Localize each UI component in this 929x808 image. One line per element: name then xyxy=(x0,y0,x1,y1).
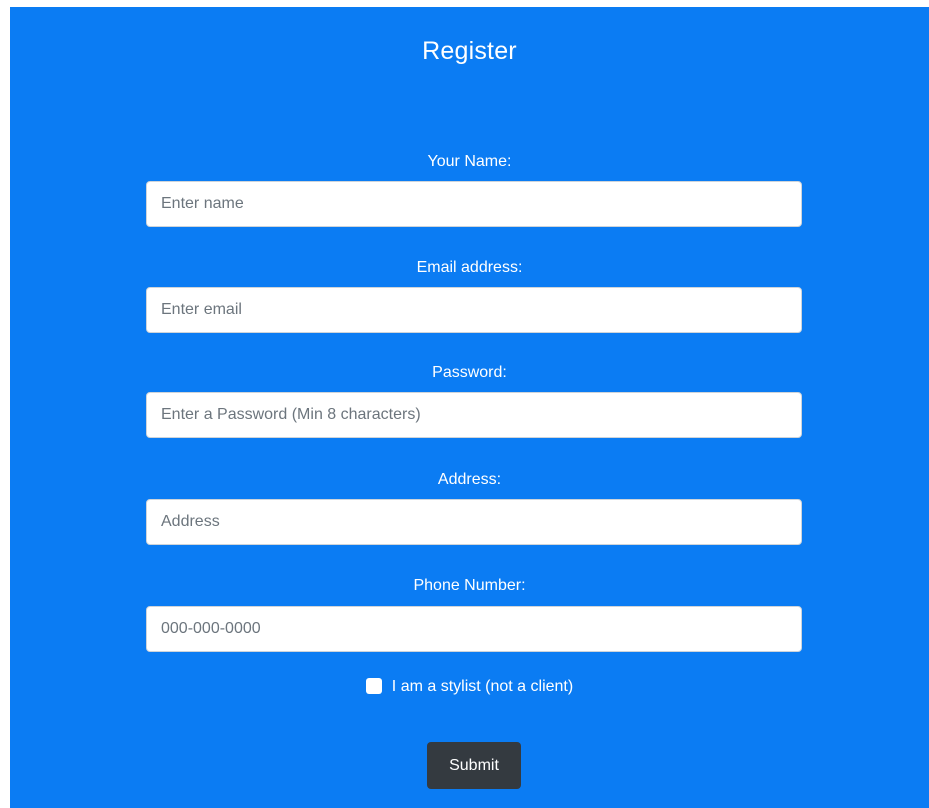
submit-button[interactable]: Submit xyxy=(427,742,521,789)
page-title: Register xyxy=(422,37,517,65)
address-input[interactable] xyxy=(146,499,802,545)
name-label: Your Name: xyxy=(427,153,512,170)
phone-input[interactable] xyxy=(146,606,802,652)
register-card: Register Your Name: Email address: Passw… xyxy=(10,7,929,808)
password-input[interactable] xyxy=(146,392,802,438)
stylist-checkbox-row: I am a stylist (not a client) xyxy=(10,677,929,697)
email-label: Email address: xyxy=(416,259,523,276)
email-input[interactable] xyxy=(146,287,802,333)
phone-label: Phone Number: xyxy=(413,577,526,594)
stylist-checkbox-label[interactable]: I am a stylist (not a client) xyxy=(392,678,573,695)
stylist-checkbox[interactable] xyxy=(365,678,382,694)
address-label: Address: xyxy=(437,471,502,488)
name-input[interactable] xyxy=(146,181,802,227)
password-label: Password: xyxy=(432,364,507,381)
